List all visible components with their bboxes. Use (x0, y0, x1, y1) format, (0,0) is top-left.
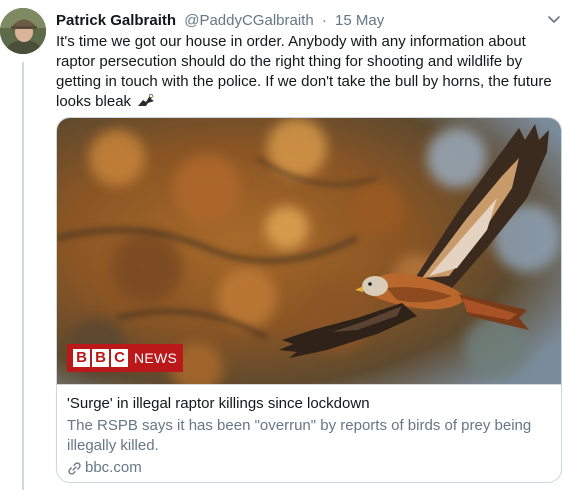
bbc-news-logo: B B C NEWS (67, 344, 184, 372)
separator-dot: · (321, 12, 327, 29)
tweet-text: It's time we got our house in order. Any… (56, 32, 564, 112)
tweet-body: It's time we got our house in order. Any… (56, 33, 552, 110)
avatar[interactable] (0, 8, 46, 54)
link-icon (68, 461, 81, 475)
author-handle[interactable]: @PaddyCGalbraith (184, 12, 313, 29)
link-card[interactable]: B B C NEWS 'Surge' in illegal raptor kil… (56, 117, 562, 483)
card-body[interactable]: 'Surge' in illegal raptor killings since… (57, 384, 561, 478)
card-image[interactable]: B B C NEWS (57, 118, 561, 384)
bbc-news-word: NEWS (134, 350, 178, 366)
card-domain-text[interactable]: bbc.com (85, 458, 142, 478)
thread-line (22, 62, 24, 490)
eagle-icon (138, 93, 155, 106)
tweet-header: Patrick Galbraith @PaddyCGalbraith · 15 … (56, 11, 556, 31)
card-domain[interactable]: bbc.com (67, 458, 551, 478)
card-title[interactable]: 'Surge' in illegal raptor killings since… (67, 394, 551, 414)
bbc-letter: C (111, 349, 128, 367)
tweet-date[interactable]: 15 May (335, 12, 384, 29)
bbc-letter: B (92, 349, 109, 367)
bbc-letter: B (73, 349, 90, 367)
chevron-down-icon[interactable] (546, 13, 562, 27)
card-description: The RSPB says it has been "overrun" by r… (67, 417, 532, 454)
author-name[interactable]: Patrick Galbraith (56, 12, 176, 29)
